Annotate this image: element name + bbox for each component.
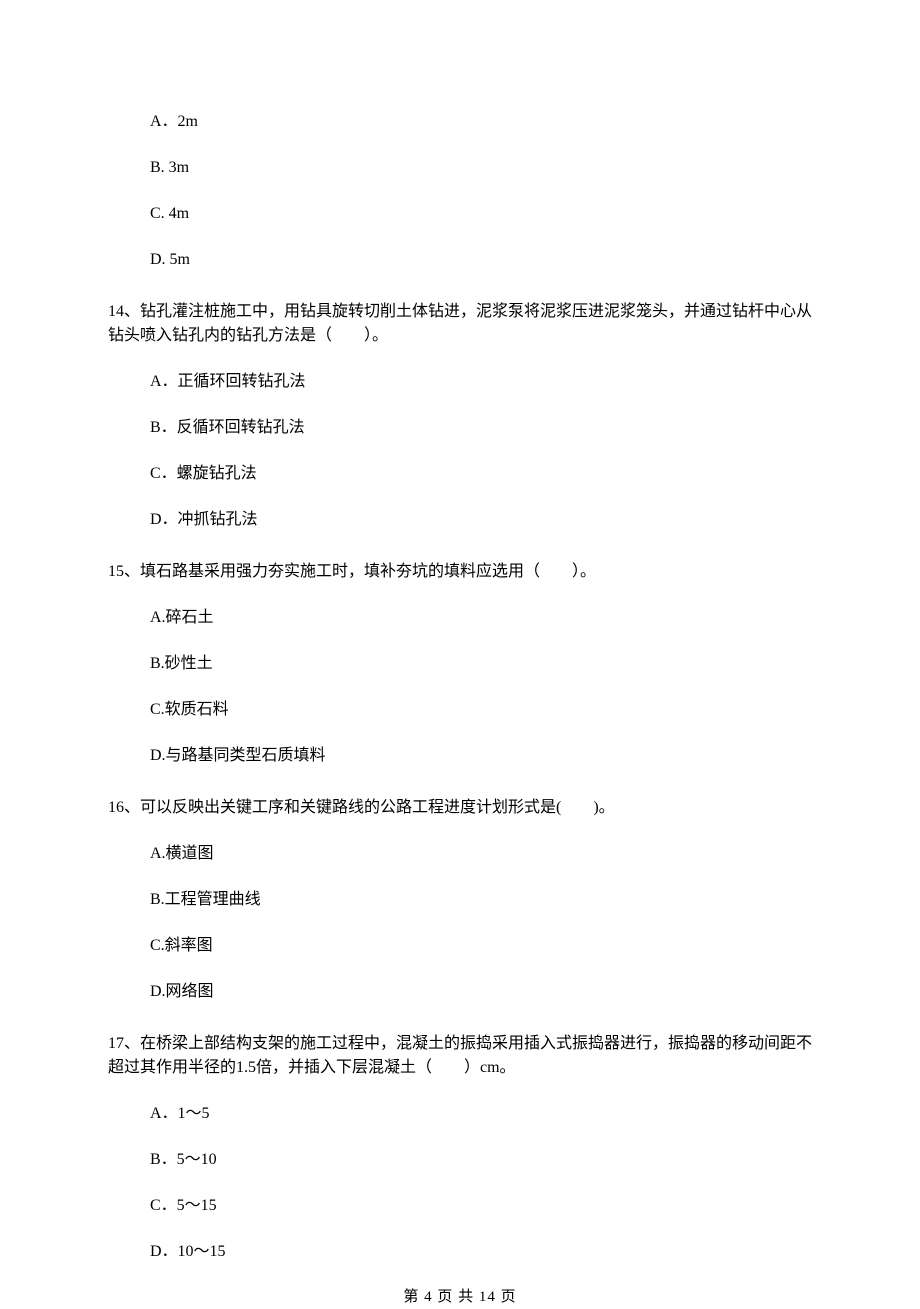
q16-option-a: A.横道图 [150,842,812,866]
q15-option-a: A.碎石土 [150,606,812,630]
q13-option-c: C. 4m [150,202,812,226]
q14-option-b: B．反循环回转钻孔法 [150,416,812,440]
q16-option-b: B.工程管理曲线 [150,888,812,912]
q14-option-a: A．正循环回转钻孔法 [150,370,812,394]
q13-option-b: B. 3m [150,156,812,180]
q17-option-d: D．10～15 [150,1240,812,1264]
q17-option-c: C．5～15 [150,1194,812,1218]
q17-option-b: B．5～10 [150,1148,812,1172]
q16-option-c: C.斜率图 [150,934,812,958]
q17-option-a: A．1～5 [150,1102,812,1126]
q13-option-a: A．2m [150,110,812,134]
q16-stem: 16、可以反映出关键工序和关键路线的公路工程进度计划形式是( )。 [108,796,812,820]
q15-option-b: B.砂性土 [150,652,812,676]
q17-stem: 17、在桥梁上部结构支架的施工过程中，混凝土的振捣采用插入式振捣器进行，振捣器的… [108,1032,812,1080]
q13-option-d: D. 5m [150,248,812,272]
page-footer: 第 4 页 共 14 页 [108,1286,812,1309]
q15-option-c: C.软质石料 [150,698,812,722]
q14-stem: 14、钻孔灌注桩施工中，用钻具旋转切削土体钻进，泥浆泵将泥浆压进泥浆笼头，并通过… [108,300,812,348]
q14-option-d: D．冲抓钻孔法 [150,508,812,532]
q16-option-d: D.网络图 [150,980,812,1004]
q15-stem: 15、填石路基采用强力夯实施工时，填补夯坑的填料应选用（ ）。 [108,560,812,584]
q14-option-c: C．螺旋钻孔法 [150,462,812,486]
q15-option-d: D.与路基同类型石质填料 [150,744,812,768]
